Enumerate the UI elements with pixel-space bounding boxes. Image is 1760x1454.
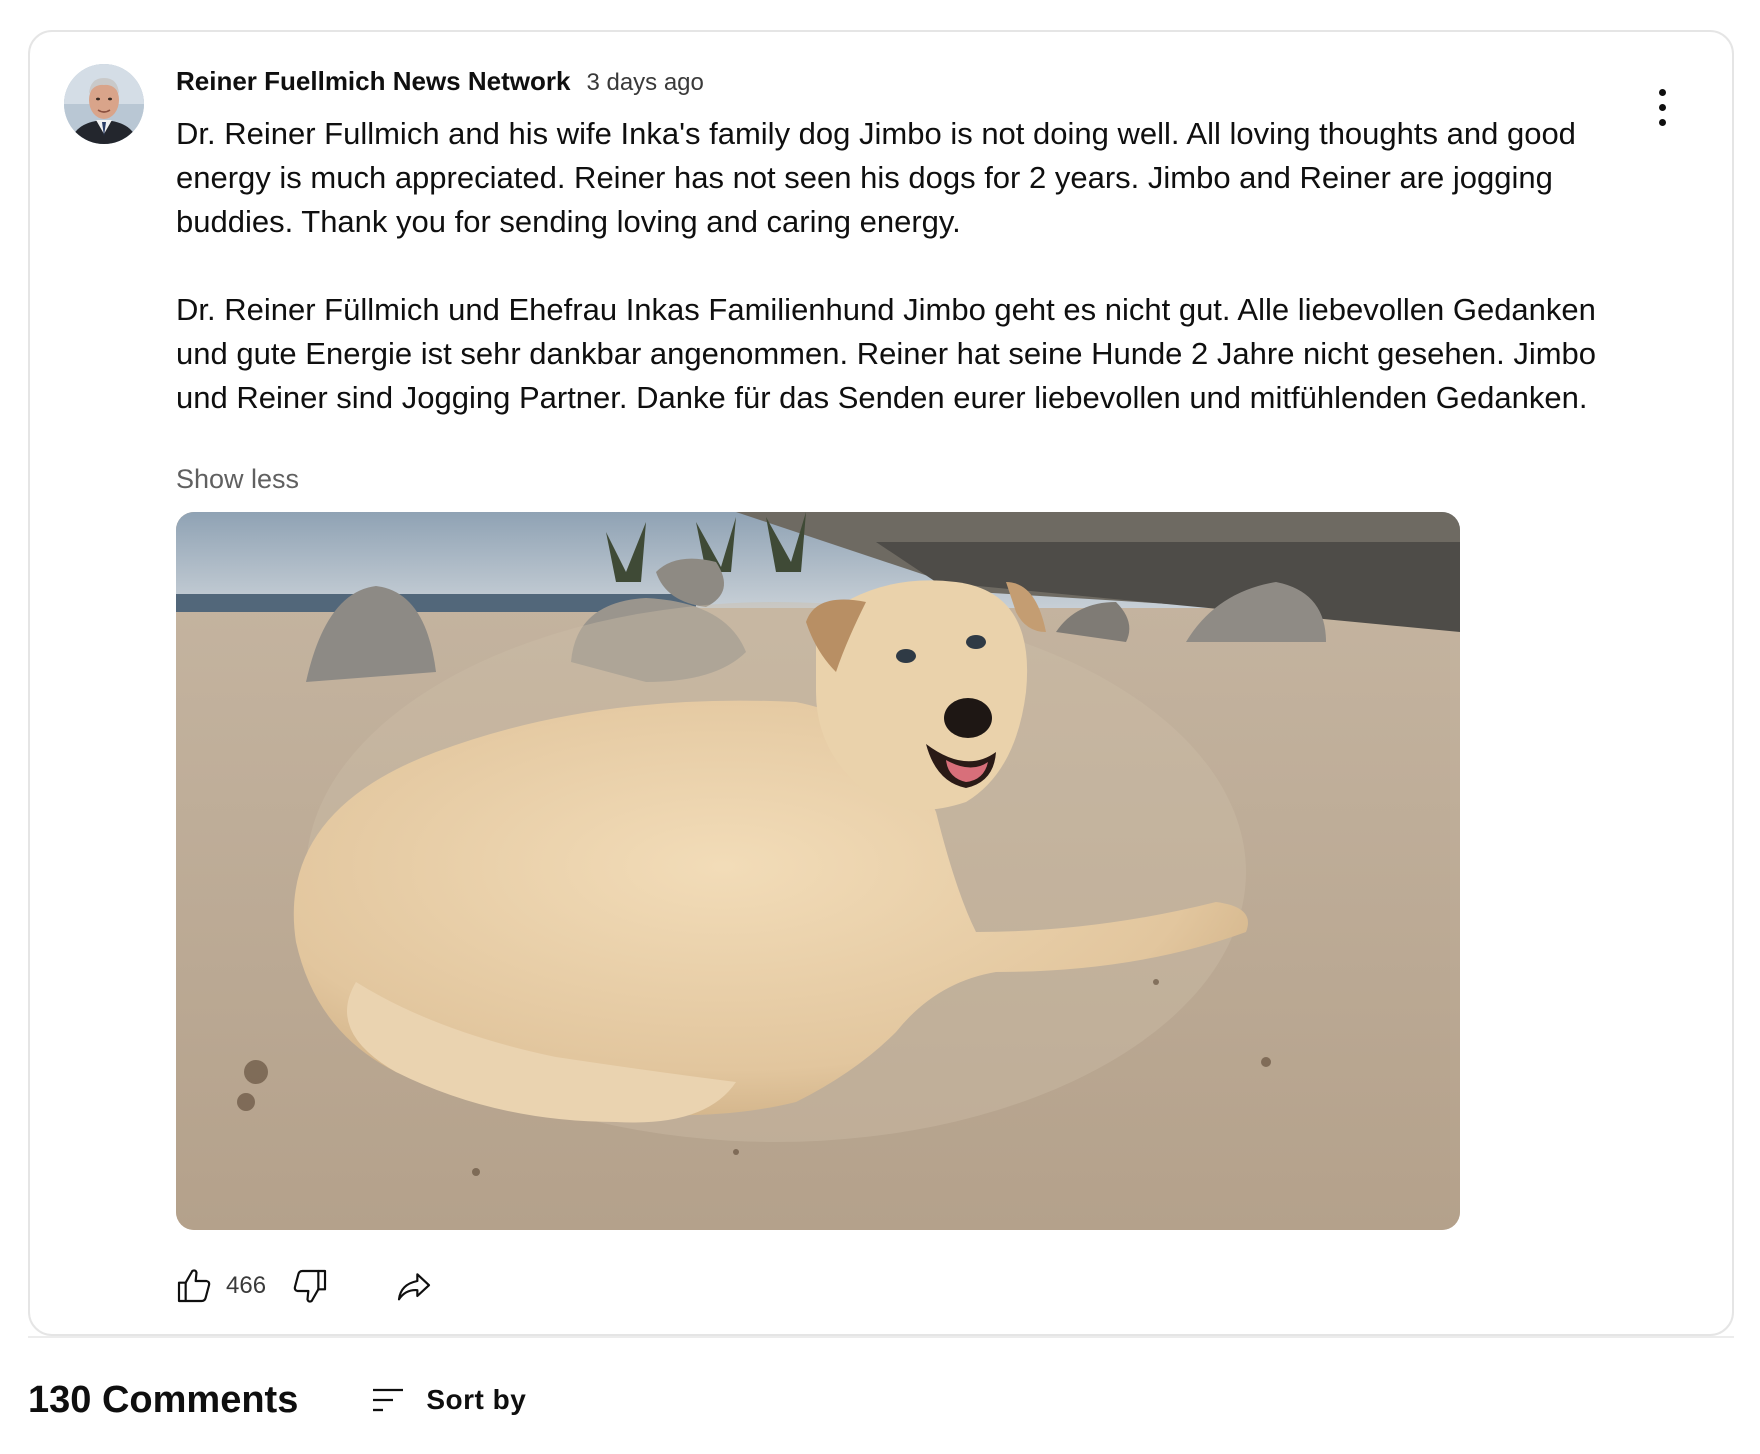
post-timestamp[interactable]: 3 days ago — [586, 69, 703, 97]
like-count: 466 — [226, 1272, 267, 1299]
show-less-button[interactable]: Show less — [176, 464, 299, 495]
section-divider — [28, 1336, 1734, 1338]
sort-icon — [368, 1380, 408, 1420]
post-paragraph-english: Dr. Reiner Fullmich and his wife Inka's … — [176, 116, 1576, 239]
post-image[interactable] — [176, 512, 1460, 1230]
dislike-button[interactable] — [286, 1262, 334, 1310]
more-actions-button[interactable] — [1642, 82, 1682, 132]
share-icon — [397, 1273, 431, 1301]
comments-count: 130 Comments — [28, 1378, 299, 1421]
thumbs-down-icon — [293, 1269, 327, 1303]
sort-by-label: Sort by — [426, 1384, 527, 1415]
share-button[interactable] — [390, 1262, 438, 1310]
post-body: Dr. Reiner Fullmich and his wife Inka's … — [176, 112, 1596, 420]
post-paragraph-german: Dr. Reiner Füllmich und Ehefrau Inkas Fa… — [176, 292, 1597, 415]
community-post-card: Reiner Fuellmich News Network 3 days ago… — [28, 30, 1734, 1336]
channel-name[interactable]: Reiner Fuellmich News Network — [176, 66, 570, 97]
post-header: Reiner Fuellmich News Network 3 days ago — [176, 66, 704, 97]
more-vert-icon — [1658, 88, 1666, 126]
dog-on-beach-photo — [176, 512, 1460, 1230]
comments-header: 130 Comments Sort by — [28, 1370, 526, 1430]
thumbs-up-icon — [177, 1269, 211, 1303]
avatar-image — [64, 64, 144, 144]
sort-by-button[interactable]: Sort by — [368, 1380, 526, 1420]
channel-avatar[interactable] — [64, 64, 144, 144]
like-button[interactable] — [170, 1262, 218, 1310]
post-actions: 466 — [170, 1258, 438, 1314]
